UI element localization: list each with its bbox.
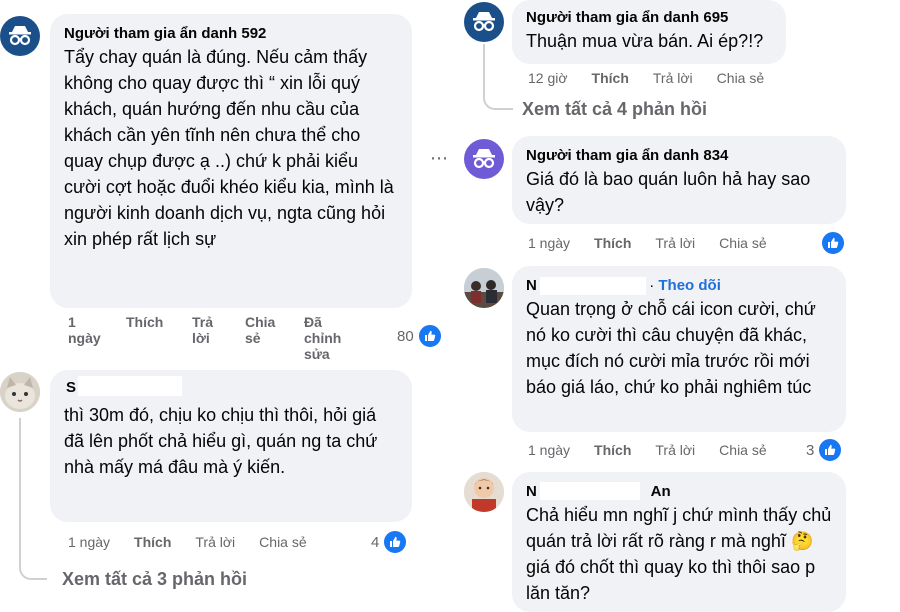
comment-author[interactable]: Người tham gia ẩn danh 834 [526,146,832,166]
incognito-icon [473,12,495,32]
like-icon [416,323,443,349]
like-action[interactable]: Thích [594,235,631,251]
comment-time[interactable]: 1 ngày [68,534,110,550]
reply-action[interactable]: Trả lời [655,235,695,251]
comment-actions-695: 12 giờ Thích Trả lời Chia sẻ [528,70,764,86]
reply-action[interactable]: Trả lời [655,442,695,458]
reaction-count-s[interactable]: 4 [371,529,409,555]
follow-link[interactable]: Theo dõi [658,277,721,294]
comment-text: Giá đó là bao quán luôn hả hay sao vậy? [526,169,811,215]
share-action[interactable]: Chia sẻ [259,534,306,550]
reaction-count-592[interactable]: 80 [397,323,443,349]
avatar-s[interactable] [0,372,40,412]
cat-avatar-icon [0,372,40,412]
reaction-count-n1[interactable]: 3 [806,437,844,463]
like-action[interactable]: Thích [594,442,631,458]
reaction-number: 3 [806,441,815,459]
comment-text: Chả hiểu mn nghĩ j chứ mình thấy chủ quá… [526,502,832,606]
comment-bubble-592: Người tham gia ẩn danh 592 Tẩy chay quán… [50,14,412,308]
reply-action[interactable]: Trả lời [653,70,693,86]
share-action[interactable]: Chia sẻ [719,442,766,458]
comment-text-part: giá đó chốt thì quay ko thì thôi sao p l… [526,557,816,603]
avatar-anon-592[interactable] [0,16,40,56]
reaction-number: 4 [371,533,380,551]
photo-avatar-icon [464,472,504,512]
comment-text: Tẩy chay quán là đúng. Nếu cảm thấy khôn… [64,47,394,249]
like-icon [820,230,846,256]
comment-text-part: Chả hiểu mn nghĩ j chứ mình thấy chủ quá… [526,505,832,551]
comment-actions-592: 1 ngày Thích Trả lời Chia sẻ Đã chỉnh sử… [68,314,398,364]
comment-bubble-834: Người tham gia ẩn danh 834 Giá đó là bao… [512,136,846,224]
more-icon[interactable]: ⋯ [430,148,448,169]
share-action[interactable]: Chia sẻ [245,314,281,346]
like-icon [817,437,844,463]
avatar-n1[interactable] [464,268,504,308]
comment-author[interactable]: N [526,277,537,294]
thread-branch [483,88,513,110]
comment-time[interactable]: 1 ngày [528,235,570,251]
comment-text: Thuận mua vừa bán. Ai ép?!? [526,31,764,51]
avatar-anon-834[interactable] [464,139,504,179]
like-action[interactable]: Thích [126,314,163,330]
view-replies-link[interactable]: Xem tất cả 4 phản hồi [522,99,707,120]
comment-time[interactable]: 12 giờ [528,70,568,86]
edited-label[interactable]: Đã chỉnh sửa [304,314,352,362]
thinking-face-emoji: 🤔 [790,531,814,551]
redacted-name [540,277,646,295]
name-separator: · [645,277,659,294]
comment-time[interactable]: 1 ngày [528,442,570,458]
incognito-icon [473,149,495,169]
comment-bubble-695: Người tham gia ẩn danh 695 Thuận mua vừa… [512,0,786,64]
comment-actions-834: 1 ngày Thích Trả lời Chia sẻ [528,235,767,251]
reply-action[interactable]: Trả lời [192,314,222,346]
comment-author-end[interactable]: An [651,483,671,500]
comment-text: Quan trọng ở chỗ cái icon cười, chứ nó k… [526,299,816,397]
like-action[interactable]: Thích [592,70,629,86]
reaction-number: 80 [397,327,414,345]
comment-actions-n1: 1 ngày Thích Trả lời Chia sẻ [528,442,767,458]
redacted-name [78,376,182,396]
comment-author[interactable]: Người tham gia ẩn danh 592 [64,24,398,44]
avatar-anon-695[interactable] [464,2,504,42]
share-action[interactable]: Chia sẻ [719,235,766,251]
reaction-like-834[interactable] [820,230,846,256]
like-icon [382,529,409,555]
avatar-n2[interactable] [464,472,504,512]
photo-avatar-icon [464,268,504,308]
like-action[interactable]: Thích [134,534,171,550]
reply-action[interactable]: Trả lời [195,534,235,550]
incognito-icon [9,26,31,46]
redacted-name [540,482,640,500]
view-replies-link[interactable]: Xem tất cả 3 phản hồi [62,569,247,590]
comment-actions-s: 1 ngày Thích Trả lời Chia sẻ [68,534,307,550]
comment-author[interactable]: N [526,483,537,500]
share-action[interactable]: Chia sẻ [717,70,764,86]
comment-text: thì 30m đó, chịu ko chịu thì thôi, hỏi g… [64,405,378,477]
comment-time[interactable]: 1 ngày [68,314,108,346]
thread-line [19,418,21,568]
thread-branch [19,560,47,580]
comment-author[interactable]: Người tham gia ẩn danh 695 [526,8,772,28]
